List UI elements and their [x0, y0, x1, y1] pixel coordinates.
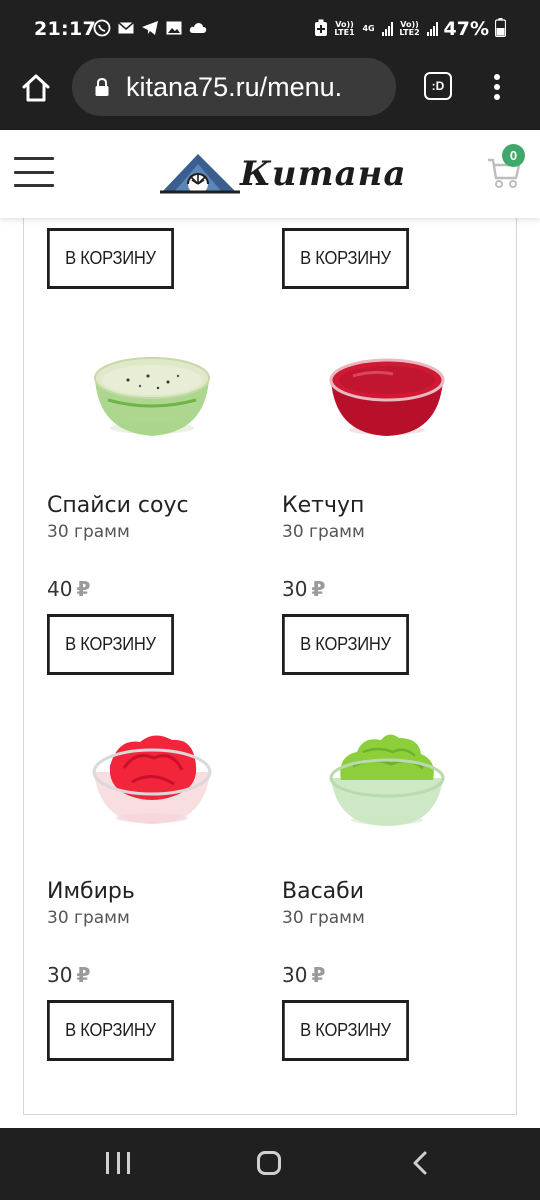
battery-percent: 47% — [443, 18, 489, 40]
add-to-cart-button[interactable]: В КОРЗИНУ — [47, 1000, 174, 1061]
ruble-icon: ₽ — [311, 963, 326, 987]
add-to-cart-button[interactable]: В КОРЗИНУ — [282, 1000, 409, 1061]
viber-icon — [93, 19, 111, 37]
status-bar: 21:17 Vo)) LTE1 4G Vo)) LTE2 47% — [0, 0, 540, 58]
home-button[interactable] — [257, 1151, 281, 1175]
product-weight: 30 грамм — [47, 522, 130, 542]
hamburger-menu-icon[interactable] — [14, 157, 54, 187]
sim2-label: Vo)) LTE2 — [399, 20, 420, 37]
mail-icon — [117, 19, 135, 37]
browser-menu-button[interactable] — [489, 70, 505, 104]
product-weight: 30 грамм — [282, 908, 365, 928]
product-image-wasabi[interactable] — [323, 726, 453, 826]
cloud-icon — [189, 19, 207, 37]
site-header: Китана — [0, 130, 540, 218]
product-price: 30 ₽ — [282, 963, 325, 987]
sim1-label: Vo)) LTE1 — [334, 20, 355, 37]
browser-toolbar: kitana75.ru/menu. :D — [0, 58, 540, 130]
price-value: 30 — [47, 963, 73, 987]
browser-home-button[interactable] — [18, 70, 54, 106]
product-name[interactable]: Васаби — [282, 879, 364, 904]
product-name[interactable]: Спайси соус — [47, 493, 189, 518]
product-weight: 30 грамм — [282, 522, 365, 542]
4g-label: 4G — [362, 24, 375, 33]
fan-logo-icon — [160, 154, 240, 194]
site-logo[interactable]: Китана — [160, 150, 405, 200]
price-value: 30 — [282, 963, 308, 987]
back-button[interactable] — [408, 1150, 432, 1176]
recent-apps-button[interactable] — [106, 1152, 130, 1174]
product-image-spicy-sauce[interactable] — [88, 340, 218, 440]
product-image-ketchup[interactable] — [323, 340, 453, 440]
gallery-icon — [165, 19, 183, 37]
back-icon — [413, 1151, 427, 1175]
signal-2-icon — [426, 22, 438, 36]
status-time: 21:17 — [34, 18, 96, 40]
price-value: 40 — [47, 577, 73, 601]
add-to-cart-button[interactable]: В КОРЗИНУ — [47, 614, 174, 675]
product-image-ginger[interactable] — [88, 726, 218, 826]
telegram-icon — [141, 19, 159, 37]
product-price: 40 ₽ — [47, 577, 90, 601]
price-value: 30 — [282, 577, 308, 601]
address-bar[interactable]: kitana75.ru/menu. — [72, 58, 396, 116]
product-price: 30 ₽ — [47, 963, 90, 987]
add-to-cart-button[interactable]: В КОРЗИНУ — [282, 228, 409, 289]
add-to-cart-button[interactable]: В КОРЗИНУ — [282, 614, 409, 675]
product-name[interactable]: Кетчуп — [282, 493, 364, 518]
battery-icon — [494, 18, 507, 40]
lock-icon — [94, 77, 110, 97]
ruble-icon: ₽ — [76, 963, 91, 987]
url-text: kitana75.ru/menu. — [126, 71, 343, 102]
system-nav-bar — [0, 1128, 540, 1200]
product-weight: 30 грамм — [47, 908, 130, 928]
signal-1-icon — [381, 22, 393, 36]
data-saver-icon — [314, 19, 328, 40]
product-name[interactable]: Имбирь — [47, 879, 135, 904]
status-right: Vo)) LTE1 4G Vo)) LTE2 47% — [314, 18, 507, 40]
product-price: 30 ₽ — [282, 577, 325, 601]
tab-switcher-button[interactable]: :D — [424, 72, 452, 100]
home-icon — [22, 74, 50, 102]
ruble-icon: ₽ — [76, 577, 91, 601]
add-to-cart-button[interactable]: В КОРЗИНУ — [47, 228, 174, 289]
notification-icons — [93, 19, 207, 37]
logo-text: Китана — [240, 154, 407, 194]
ruble-icon: ₽ — [311, 577, 326, 601]
cart-count-badge: 0 — [502, 144, 525, 167]
